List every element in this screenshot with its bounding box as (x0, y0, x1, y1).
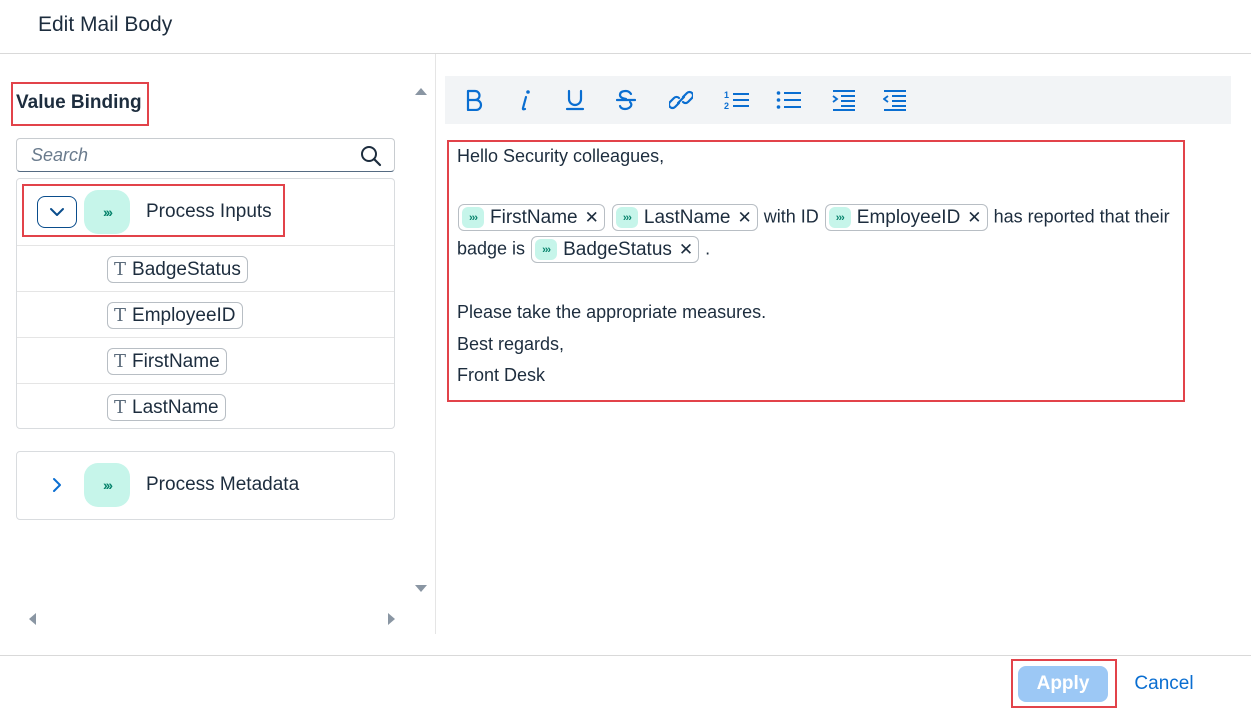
body-text: badge is (457, 238, 526, 259)
bold-icon (466, 89, 483, 111)
close-icon[interactable]: ✕ (585, 208, 599, 228)
body-text: has reported that their (993, 206, 1170, 227)
regards-line: Best regards, (457, 334, 565, 354)
field-row[interactable]: T BadgeStatus (17, 245, 394, 291)
field-token-employeeid[interactable]: T EmployeeID (107, 302, 243, 329)
search-field[interactable] (16, 138, 395, 172)
field-token-badgestatus[interactable]: T BadgeStatus (107, 256, 248, 283)
body-text: . (705, 238, 711, 259)
scroll-left-icon[interactable] (27, 612, 37, 626)
field-row[interactable]: T FirstName (17, 337, 394, 383)
strikethrough-button[interactable] (609, 84, 643, 116)
svg-text:1: 1 (724, 90, 729, 100)
cancel-button[interactable]: Cancel (1123, 666, 1205, 702)
signature-line: Front Desk (457, 365, 546, 385)
link-button[interactable] (664, 84, 698, 116)
group-process-metadata[interactable]: ››› Process Metadata (16, 451, 395, 520)
dialog-title: Edit Mail Body (38, 13, 173, 36)
field-label: FirstName (132, 350, 220, 372)
triple-chevron-icon: ››› (535, 239, 558, 260)
group-label: Process Metadata (146, 474, 300, 495)
field-row[interactable]: T EmployeeID (17, 291, 394, 337)
value-binding-panel: Value Binding ››› Process Inputs T Badge… (0, 54, 436, 634)
expand-button[interactable] (43, 470, 71, 500)
token-employeeid[interactable]: ››› EmployeeID ✕ (824, 204, 988, 231)
token-lastname[interactable]: ››› LastName ✕ (611, 204, 758, 231)
italic-icon (521, 90, 530, 111)
outdent-button[interactable] (878, 84, 912, 116)
token-label: BadgeStatus (563, 238, 672, 260)
greeting-line: Hello Security colleagues, (457, 146, 665, 166)
body-line-2: badge is ››› BadgeStatus ✕ . (457, 236, 710, 263)
apply-button[interactable]: Apply (1018, 666, 1108, 702)
field-label: LastName (132, 396, 219, 418)
token-badgestatus[interactable]: ››› BadgeStatus ✕ (531, 236, 700, 263)
scroll-up-icon[interactable] (414, 86, 428, 96)
bullet-list-icon (776, 91, 801, 109)
collapse-button[interactable] (37, 196, 77, 228)
outdent-icon (883, 90, 906, 111)
group-label: Process Inputs (146, 201, 272, 222)
search-input[interactable] (17, 139, 357, 171)
indent-icon (832, 90, 855, 111)
underline-button[interactable] (558, 84, 592, 116)
formatting-toolbar: 1 2 (445, 76, 1231, 124)
text-type-icon: T (114, 397, 127, 418)
strikethrough-icon (616, 89, 636, 111)
field-token-lastname[interactable]: T LastName (107, 394, 226, 421)
indent-button[interactable] (827, 84, 861, 116)
scroll-right-icon[interactable] (387, 612, 397, 626)
bullet-list-button[interactable] (772, 84, 806, 116)
chevron-down-icon (50, 208, 64, 216)
italic-button[interactable] (508, 84, 542, 116)
field-label: EmployeeID (132, 304, 236, 326)
text-type-icon: T (114, 305, 127, 326)
numbered-list-icon: 1 2 (724, 90, 749, 111)
triple-chevron-icon: ››› (84, 463, 130, 507)
bold-button[interactable] (457, 84, 491, 116)
svg-text:2: 2 (724, 101, 729, 111)
chevron-right-icon (53, 478, 61, 492)
link-icon (669, 90, 693, 110)
text-type-icon: T (114, 351, 127, 372)
token-label: LastName (643, 206, 731, 228)
triple-chevron-icon: ››› (462, 207, 484, 228)
measures-line: Please take the appropriate measures. (457, 302, 767, 322)
token-label: FirstName (490, 206, 578, 228)
highlight-mail-body (447, 140, 1185, 402)
scroll-down-icon[interactable] (414, 584, 428, 594)
value-binding-title: Value Binding (16, 92, 142, 113)
triple-chevron-icon: ››› (828, 207, 851, 228)
body-line-1: ››› FirstName ✕ ››› LastName ✕ with ID ››› Em… (457, 204, 1170, 231)
close-icon[interactable]: ✕ (679, 240, 693, 260)
triple-chevron-icon: ››› (615, 207, 638, 228)
numbered-list-button[interactable]: 1 2 (720, 84, 754, 116)
close-icon[interactable]: ✕ (738, 208, 752, 228)
text-type-icon: T (114, 259, 127, 280)
group-header-process-inputs[interactable]: ››› Process Inputs (17, 179, 394, 245)
dialog-header: Edit Mail Body (0, 0, 1251, 54)
token-label: EmployeeID (856, 206, 961, 228)
close-icon[interactable]: ✕ (967, 208, 981, 228)
body-text: with ID (763, 206, 819, 227)
field-label: BadgeStatus (132, 258, 241, 280)
field-row[interactable]: T LastName (17, 383, 394, 429)
token-firstname[interactable]: ››› FirstName ✕ (458, 204, 605, 231)
underline-icon (565, 89, 585, 111)
group-process-inputs: ››› Process Inputs T BadgeStatus T Emplo… (16, 178, 395, 429)
triple-chevron-icon: ››› (84, 190, 130, 234)
search-icon[interactable] (360, 145, 382, 167)
field-token-firstname[interactable]: T FirstName (107, 348, 227, 375)
